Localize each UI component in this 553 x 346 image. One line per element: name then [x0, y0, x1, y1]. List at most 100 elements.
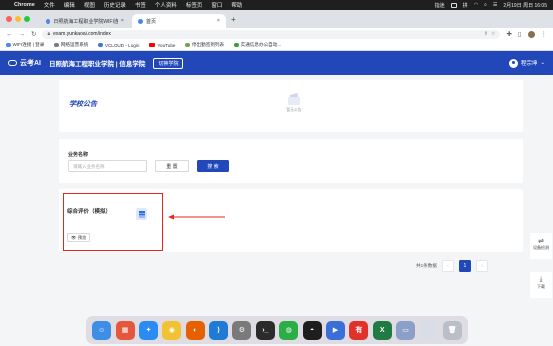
tab-home[interactable]: 首页 ×: [132, 14, 226, 28]
bookmark-label: 实通信息办公自动...: [240, 42, 282, 47]
business-name-input[interactable]: [68, 160, 147, 172]
business-title: 综合评价（模拟）: [67, 209, 112, 215]
vscode-icon[interactable]: ⟩: [209, 320, 229, 340]
new-tab-icon[interactable]: +: [231, 15, 236, 24]
total-count: 共1条数据: [416, 263, 437, 268]
download-label: 下载: [537, 284, 545, 289]
school-name: 日照航海工程职业学院 | 信息学院: [49, 61, 146, 68]
globe-icon: [185, 42, 190, 48]
qq-icon[interactable]: ◓: [302, 320, 322, 340]
star-icon[interactable]: ☆: [491, 31, 495, 37]
reset-button[interactable]: 重 置: [155, 160, 189, 172]
tab-label: 首页: [146, 18, 157, 25]
brand-name: 云考AI: [20, 60, 41, 67]
more-menu-icon[interactable]: ⋮: [541, 30, 548, 38]
pagination: 共1条数据 ‹ 1 ›: [416, 260, 488, 272]
address-bar[interactable]: 🔒︎ exam.yunkaoai.com/index ⇪ ☆: [42, 29, 501, 39]
safari-icon[interactable]: ✦: [138, 320, 158, 340]
wifi-icon[interactable]: ◠: [474, 2, 478, 8]
school-notice-card: 学校公告 暂无公告: [59, 80, 523, 132]
bookmark-item[interactable]: WIFI连接 | 登录: [6, 42, 44, 48]
sidebar-icon[interactable]: ▯: [518, 30, 522, 38]
menu-tabs[interactable]: 标签页: [186, 1, 203, 9]
chevron-down-icon: ⌄: [540, 60, 545, 66]
device-check-tool[interactable]: ⇌ 设备检测: [530, 233, 552, 259]
business-item[interactable]: 综合评价（模拟） 👁︎ 预览: [63, 193, 163, 251]
empty-box-icon: [285, 92, 303, 106]
lock-icon: 🔒︎: [47, 31, 51, 37]
eye-icon: 👁︎: [71, 234, 77, 240]
bookmark-item[interactable]: VCLOUD - Login: [98, 43, 139, 48]
menu-bookmarks[interactable]: 书签: [135, 1, 146, 9]
globe-icon: [98, 42, 103, 48]
menu-view[interactable]: 视图: [84, 1, 95, 9]
prev-page-button[interactable]: ‹: [441, 260, 454, 272]
menu-profile[interactable]: 个人资料: [155, 1, 177, 9]
user-name: 程宗坤: [520, 61, 538, 67]
video-icon[interactable]: ▶︎: [325, 320, 345, 340]
profile-avatar[interactable]: [527, 30, 535, 38]
minimize-window-icon[interactable]: [15, 16, 21, 22]
reload-icon[interactable]: ↻: [31, 30, 36, 38]
chrome-icon[interactable]: ◉: [162, 320, 182, 340]
wechat-icon[interactable]: ◍: [279, 320, 299, 340]
finder-icon[interactable]: ☺: [92, 320, 112, 340]
page-button[interactable]: 1: [458, 260, 471, 272]
toolbar-actions: ✚ ▯ ⋮: [506, 30, 547, 38]
bookmark-item[interactable]: YouTube: [149, 43, 175, 48]
tray-input-method[interactable]: 拼: [463, 2, 468, 9]
youtube-icon: [149, 42, 156, 48]
switch-college-button[interactable]: 切换学院: [153, 57, 184, 69]
excel-icon[interactable]: X: [372, 320, 392, 340]
menu-window[interactable]: 窗口: [211, 1, 222, 9]
firefox-icon[interactable]: ◐: [185, 320, 205, 340]
next-page-button[interactable]: ›: [475, 260, 488, 272]
bookmark-label: 网络运营系统: [60, 42, 89, 47]
empty-text: 暂无公告: [286, 108, 302, 112]
battery-icon[interactable]: [450, 2, 457, 8]
brand-logo[interactable]: 云考AI: [8, 58, 41, 68]
control-center-icon[interactable]: ☰: [493, 2, 497, 8]
bookmark-label: 停出勤签到列表: [191, 42, 225, 47]
trash-icon[interactable]: 🗑︎: [442, 320, 462, 340]
preview-button[interactable]: 👁︎ 预览: [67, 233, 91, 242]
site-favicon-icon: [138, 18, 143, 24]
close-icon[interactable]: ×: [121, 18, 124, 24]
bookmark-item[interactable]: 实通信息办公自动...: [234, 42, 281, 48]
mac-dock: ☺ ▦ ✦ ◉ ◐ ⟩ ⚙︎ ›_ ◍ ◓ ▶︎ 有 X ▭ 🗑︎: [86, 316, 468, 344]
download-tool[interactable]: ⤓ 下载: [530, 272, 552, 298]
globe-icon: [54, 42, 59, 48]
bookmark-label: YouTube: [157, 42, 176, 48]
youdao-icon[interactable]: 有: [349, 320, 369, 340]
tray-clock[interactable]: 2月19日 周日 16:05: [503, 2, 547, 9]
bookmark-item[interactable]: 网络运营系统: [54, 42, 88, 48]
back-icon[interactable]: ←: [6, 31, 13, 38]
search-icon[interactable]: ⌕: [484, 2, 487, 8]
search-button[interactable]: 搜 索: [197, 160, 229, 172]
business-name-label: 业务名称: [68, 152, 89, 158]
menu-app-name[interactable]: Chrome: [14, 2, 35, 8]
globe-icon: [6, 42, 11, 48]
tab-wifi[interactable]: 日照航海工程职业学院WIFI连接... ×: [40, 14, 130, 28]
preview-app-icon[interactable]: ▭: [396, 320, 416, 340]
forward-icon[interactable]: →: [19, 31, 26, 38]
maximize-window-icon[interactable]: [24, 16, 30, 22]
terminal-icon[interactable]: ›_: [255, 320, 275, 340]
tab-label: 日照航海工程职业学院WIFI连接...: [53, 18, 118, 25]
launchpad-icon[interactable]: ▦: [115, 320, 135, 340]
extensions-icon[interactable]: ✚: [506, 30, 511, 38]
device-check-icon: ⇌: [538, 238, 544, 245]
menu-history[interactable]: 历史记录: [104, 1, 126, 9]
close-icon[interactable]: ×: [217, 18, 220, 24]
downloads-icon[interactable]: [419, 320, 439, 340]
user-menu[interactable]: 程宗坤 ⌄: [508, 58, 545, 68]
close-window-icon[interactable]: [6, 16, 12, 22]
share-icon[interactable]: ⇪: [484, 31, 488, 37]
tray-user[interactable]: 指迷: [435, 2, 445, 9]
menu-bar-tray: 指迷 拼 ◠ ⌕ ☰ 2月19日 周日 16:05: [435, 2, 547, 9]
menu-file[interactable]: 文件: [44, 1, 55, 9]
menu-help[interactable]: 帮助: [231, 1, 242, 9]
settings-icon[interactable]: ⚙︎: [232, 320, 252, 340]
bookmark-item[interactable]: 停出勤签到列表: [185, 42, 224, 48]
menu-edit[interactable]: 编辑: [64, 1, 75, 9]
